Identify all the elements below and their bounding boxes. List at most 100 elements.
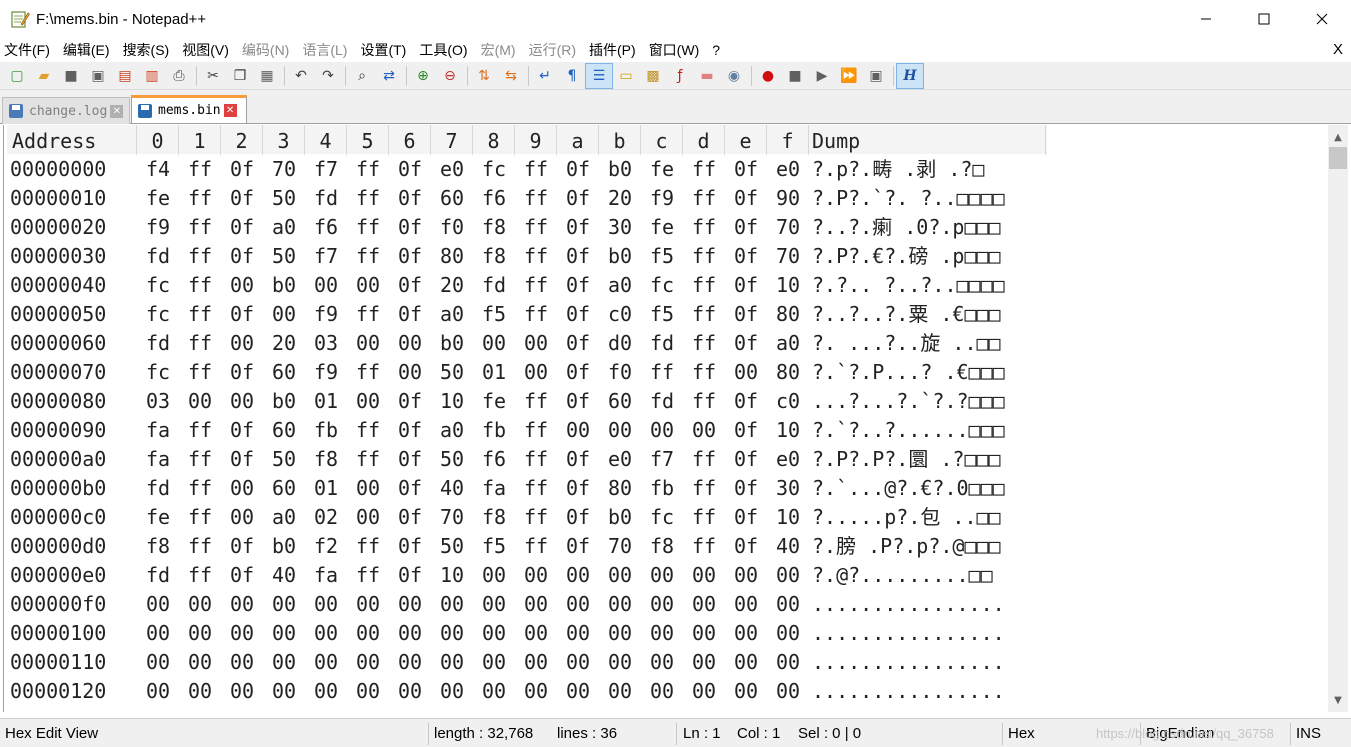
byte-cell[interactable]: 00 bbox=[347, 329, 389, 358]
byte-cell[interactable]: 30 bbox=[767, 474, 809, 503]
byte-cell[interactable]: 00 bbox=[683, 561, 725, 590]
byte-cell[interactable]: 0f bbox=[221, 155, 263, 184]
byte-cell[interactable]: 0f bbox=[221, 532, 263, 561]
byte-cell[interactable]: 20 bbox=[263, 329, 305, 358]
byte-cell[interactable]: 00 bbox=[557, 590, 599, 619]
byte-cell[interactable]: a0 bbox=[431, 300, 473, 329]
byte-cell[interactable]: 00 bbox=[515, 358, 557, 387]
menu-item-11[interactable]: 窗口(W) bbox=[645, 38, 704, 62]
byte-cell[interactable]: 00 bbox=[347, 387, 389, 416]
byte-cell[interactable]: 00 bbox=[137, 590, 179, 619]
row-dump[interactable]: ?.p?.畴 .剥 .?□ bbox=[812, 155, 1044, 184]
byte-cell[interactable]: fd bbox=[641, 387, 683, 416]
byte-cell[interactable]: 00 bbox=[767, 648, 809, 677]
word-wrap-button[interactable]: ↵ bbox=[532, 64, 558, 88]
menu-item-2[interactable]: 搜索(S) bbox=[119, 38, 174, 62]
byte-cell[interactable]: 00 bbox=[179, 590, 221, 619]
byte-cell[interactable]: 0f bbox=[389, 474, 431, 503]
byte-cell[interactable]: 0f bbox=[221, 242, 263, 271]
hex-grid[interactable]: Address Dump 0123456789abcdef 00000000 f4… bbox=[7, 125, 1047, 706]
byte-cell[interactable]: f7 bbox=[641, 445, 683, 474]
byte-cell[interactable]: 00 bbox=[221, 503, 263, 532]
byte-cell[interactable]: 00 bbox=[473, 590, 515, 619]
byte-cell[interactable]: 0f bbox=[557, 503, 599, 532]
byte-cell[interactable]: e0 bbox=[599, 445, 641, 474]
row-dump[interactable]: ?.@?.........□□ bbox=[812, 561, 1044, 590]
scroll-up-arrow-icon[interactable]: ▲ bbox=[1328, 127, 1348, 147]
scroll-down-arrow-icon[interactable]: ▼ bbox=[1328, 690, 1348, 710]
byte-cell[interactable]: 00 bbox=[641, 590, 683, 619]
byte-cell[interactable]: b0 bbox=[263, 271, 305, 300]
byte-cell[interactable]: fc bbox=[641, 503, 683, 532]
menu-item-5[interactable]: 语言(L) bbox=[298, 38, 351, 62]
byte-cell[interactable]: 00 bbox=[347, 474, 389, 503]
byte-cell[interactable]: 00 bbox=[515, 329, 557, 358]
new-file-button[interactable]: ▢ bbox=[4, 64, 30, 88]
byte-cell[interactable]: 00 bbox=[389, 329, 431, 358]
byte-cell[interactable]: 0f bbox=[557, 387, 599, 416]
byte-cell[interactable]: f6 bbox=[473, 184, 515, 213]
byte-cell[interactable]: 00 bbox=[725, 590, 767, 619]
byte-cell[interactable]: 00 bbox=[263, 677, 305, 706]
byte-cell[interactable]: 00 bbox=[515, 619, 557, 648]
byte-cell[interactable]: 10 bbox=[767, 416, 809, 445]
byte-cell[interactable]: 00 bbox=[179, 677, 221, 706]
status-view-format[interactable]: Hex bbox=[1008, 719, 1035, 747]
byte-cell[interactable]: 00 bbox=[221, 329, 263, 358]
byte-cell[interactable]: f6 bbox=[473, 445, 515, 474]
hex-row[interactable]: 00000080 03 00 00 b0 01 00 0f 10 fe ff 0f 60 fd ff 0f c0… bbox=[7, 387, 1047, 416]
byte-cell[interactable]: 0f bbox=[389, 387, 431, 416]
byte-cell[interactable]: 00 bbox=[473, 677, 515, 706]
byte-cell[interactable]: b0 bbox=[263, 387, 305, 416]
byte-cell[interactable]: 00 bbox=[137, 619, 179, 648]
hex-row[interactable]: 00000020 f9 ff 0f a0 f6 ff 0f f0 f8 ff 0f 30 fe ff 0f 70… bbox=[7, 213, 1047, 242]
byte-cell[interactable]: 0f bbox=[557, 300, 599, 329]
byte-cell[interactable]: a0 bbox=[263, 213, 305, 242]
byte-cell[interactable]: 80 bbox=[431, 242, 473, 271]
save-all-button[interactable]: ▣ bbox=[85, 64, 111, 88]
minimize-button[interactable] bbox=[1177, 0, 1235, 38]
byte-cell[interactable]: 00 bbox=[389, 358, 431, 387]
byte-cell[interactable]: ff bbox=[179, 561, 221, 590]
byte-cell[interactable]: 00 bbox=[347, 271, 389, 300]
byte-cell[interactable]: 00 bbox=[515, 648, 557, 677]
byte-cell[interactable]: ff bbox=[347, 358, 389, 387]
byte-cell[interactable]: ff bbox=[179, 242, 221, 271]
byte-cell[interactable]: fa bbox=[473, 474, 515, 503]
byte-cell[interactable]: f8 bbox=[473, 213, 515, 242]
scroll-thumb[interactable] bbox=[1329, 147, 1347, 169]
hex-row[interactable]: 000000a0 fa ff 0f 50 f8 ff 0f 50 f6 ff 0f e0 f7 ff 0f e0… bbox=[7, 445, 1047, 474]
byte-cell[interactable]: 0f bbox=[221, 416, 263, 445]
byte-cell[interactable]: 10 bbox=[767, 271, 809, 300]
byte-cell[interactable]: 01 bbox=[305, 387, 347, 416]
byte-cell[interactable]: 0f bbox=[557, 271, 599, 300]
byte-cell[interactable]: 00 bbox=[683, 416, 725, 445]
byte-cell[interactable]: 00 bbox=[179, 619, 221, 648]
byte-cell[interactable]: fb bbox=[641, 474, 683, 503]
byte-cell[interactable]: ff bbox=[179, 184, 221, 213]
byte-cell[interactable]: 01 bbox=[473, 358, 515, 387]
byte-cell[interactable]: 40 bbox=[263, 561, 305, 590]
byte-cell[interactable]: ff bbox=[347, 213, 389, 242]
byte-cell[interactable]: d0 bbox=[599, 329, 641, 358]
byte-cell[interactable]: 70 bbox=[431, 503, 473, 532]
byte-cell[interactable]: 50 bbox=[263, 445, 305, 474]
byte-cell[interactable]: 00 bbox=[683, 619, 725, 648]
byte-cell[interactable]: b0 bbox=[431, 329, 473, 358]
byte-cell[interactable]: ff bbox=[179, 532, 221, 561]
byte-cell[interactable]: 00 bbox=[431, 648, 473, 677]
menu-item-1[interactable]: 编辑(E) bbox=[59, 38, 114, 62]
byte-cell[interactable]: 0f bbox=[557, 532, 599, 561]
byte-cell[interactable]: f7 bbox=[305, 155, 347, 184]
byte-cell[interactable]: 00 bbox=[221, 590, 263, 619]
byte-cell[interactable]: ff bbox=[347, 416, 389, 445]
byte-cell[interactable]: 40 bbox=[431, 474, 473, 503]
close-button[interactable]: ▤ bbox=[112, 64, 138, 88]
byte-cell[interactable]: 0f bbox=[725, 503, 767, 532]
copy-button[interactable]: ❐ bbox=[227, 64, 253, 88]
redo-button[interactable]: ↷ bbox=[315, 64, 341, 88]
replace-button[interactable]: ⇄ bbox=[376, 64, 402, 88]
byte-cell[interactable]: fa bbox=[137, 445, 179, 474]
menu-item-7[interactable]: 工具(O) bbox=[415, 38, 471, 62]
close-document-button[interactable]: X bbox=[1333, 38, 1343, 62]
